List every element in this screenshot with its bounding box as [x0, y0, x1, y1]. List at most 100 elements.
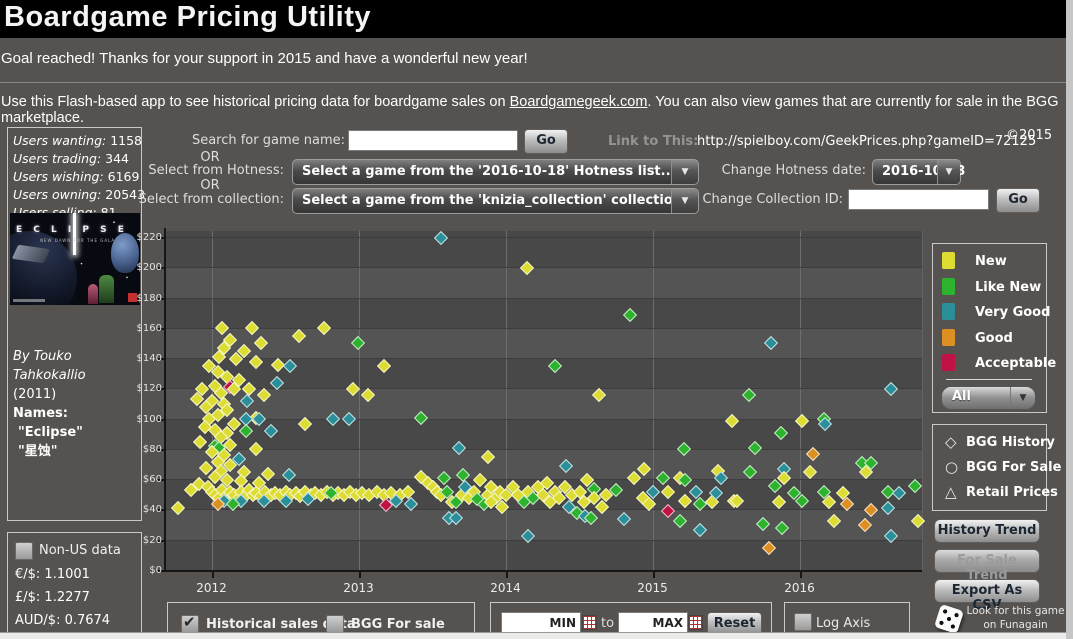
- non-us-data-checkbox[interactable]: [15, 542, 33, 560]
- horizontal-gridline: [166, 540, 922, 541]
- vertical-gridline: [506, 231, 507, 570]
- chart-band: [166, 298, 922, 328]
- horizontal-gridline: [166, 328, 922, 329]
- series-legend-label: Retail Prices: [966, 485, 1058, 500]
- stat-value: 1158: [110, 133, 142, 148]
- search-name-label: Search for game name:: [160, 133, 345, 148]
- chart-band: [166, 540, 922, 570]
- x-tick: [212, 570, 214, 578]
- x-tick: [800, 570, 802, 578]
- currency-panel: Non-US data €/$: 1.1001£/$: 1.2277AUD/$:…: [7, 532, 142, 639]
- log-axis-checkbox[interactable]: [794, 613, 812, 631]
- link-to-this-label: Link to This:: [608, 134, 698, 149]
- donation-notice: Goal reached! Thanks for your support in…: [1, 50, 528, 67]
- legend-label: Good: [975, 331, 1013, 346]
- non-us-data-label: Non-US data: [39, 543, 121, 558]
- hotness-select-label: Select from Hotness:: [100, 163, 284, 178]
- hotness-date-label: Change Hotness date:: [700, 163, 866, 178]
- chart-band: [166, 388, 922, 418]
- date-min-input[interactable]: [501, 612, 581, 633]
- search-go-button[interactable]: Go: [524, 129, 568, 154]
- box-art-credit: [13, 299, 45, 302]
- game-name-zh: "星蚀": [13, 442, 141, 461]
- game-box-art: E C L I P S E NEW DAWN FOR THE GALAXY: [10, 213, 140, 305]
- collection-id-label: Change Collection ID:: [677, 192, 843, 207]
- divider-rule: [0, 82, 1073, 83]
- historical-sales-checkbox[interactable]: ✔: [181, 615, 199, 633]
- stat-label: Users wishing:: [13, 169, 108, 184]
- copyright: ©2015: [1006, 128, 1052, 143]
- y-axis-label: $40: [126, 504, 162, 515]
- horizontal-gridline: [166, 267, 922, 268]
- game-credit-block: By Touko Tahkokallio (2011) Names: "Ecli…: [13, 347, 141, 461]
- condition-filter-dropdown[interactable]: All ▼: [941, 386, 1036, 410]
- legend-divider: [946, 379, 1032, 380]
- series-legend-panel: ◇BGG History○BGG For Sale△Retail Prices: [932, 424, 1047, 511]
- stat-label: Users wanting:: [13, 133, 110, 148]
- x-axis-label: 2014: [484, 581, 528, 595]
- game-name-en: "Eclipse": [13, 423, 141, 442]
- x-axis-label: 2015: [631, 581, 675, 595]
- y-axis-label: $80: [126, 444, 162, 455]
- scrollbar-track[interactable]: [1066, 0, 1073, 639]
- y-axis-label: $140: [126, 353, 162, 364]
- calendar-icon[interactable]: [688, 615, 703, 630]
- hotness-select-dropdown[interactable]: Select a game from the '2016-10-18' Hotn…: [292, 159, 699, 185]
- x-tick: [653, 570, 655, 578]
- funagain-link[interactable]: Look for this game on Funagain: [963, 604, 1068, 632]
- history-trend-button[interactable]: History Trend: [934, 519, 1040, 543]
- collection-select-label: Select from collection:: [100, 192, 284, 207]
- horizontal-gridline: [166, 509, 922, 510]
- date-max-input[interactable]: [618, 612, 688, 633]
- hotness-date-dropdown[interactable]: 2016-10-18 ▼: [872, 159, 961, 185]
- x-axis-label: 2016: [778, 581, 822, 595]
- vertical-gridline: [359, 231, 360, 570]
- horizontal-gridline: [166, 237, 922, 238]
- game-year: (2011): [13, 385, 141, 404]
- chart-band: [166, 237, 922, 267]
- y-axis-label: $180: [126, 293, 162, 304]
- legend-label: Like New: [975, 280, 1041, 295]
- y-axis-label: $20: [126, 535, 162, 546]
- stat-label: Users owning:: [13, 187, 105, 202]
- checkmark-icon: ✔: [183, 613, 196, 631]
- names-label: Names:: [13, 404, 141, 423]
- horizontal-gridline: [166, 298, 922, 299]
- y-axis-label: $200: [126, 262, 162, 273]
- collection-select-dropdown[interactable]: Select a game from the 'knizia_collectio…: [292, 188, 699, 214]
- permalink-url: http://spielboy.com/GeekPrices.php?gameI…: [697, 134, 1036, 149]
- figure-art-red: [88, 284, 98, 304]
- collection-go-button[interactable]: Go: [996, 188, 1040, 213]
- x-axis-line: [158, 570, 922, 572]
- calendar-icon[interactable]: [582, 615, 597, 630]
- y-axis-label: $100: [126, 414, 162, 425]
- currency-list: €/$: 1.1001£/$: 1.2277AUD/$: 0.7674CAD/$…: [8, 559, 110, 639]
- x-axis-label: 2013: [337, 581, 381, 595]
- bgg-for-sale-checkbox[interactable]: [326, 615, 344, 633]
- series-legend-label: BGG History: [966, 435, 1055, 450]
- chevron-down-icon[interactable]: ▼: [671, 160, 698, 184]
- page-bottom-edge: [0, 632, 1073, 639]
- box-art-tagline: NEW DAWN FOR THE GALAXY: [40, 238, 122, 243]
- collection-id-input[interactable]: [848, 189, 989, 210]
- header-bar: Boardgame Pricing Utility: [0, 0, 1073, 38]
- stat-line: Users wanting: 1158: [13, 133, 141, 148]
- bgg-link[interactable]: Boardgamegeek.com: [510, 94, 648, 110]
- price-scatter-chart: 20122013201420152016$0$20$40$60$80$100$1…: [126, 225, 932, 597]
- for-sale-trend-button[interactable]: For Sale Trend: [934, 549, 1040, 573]
- chart-band: [166, 509, 922, 539]
- chevron-down-icon[interactable]: ▼: [937, 160, 960, 184]
- dice-icon[interactable]: [934, 604, 964, 634]
- series-legend-label: BGG For Sale: [966, 460, 1061, 475]
- x-tick: [359, 570, 361, 578]
- or-separator-2: OR: [160, 178, 260, 193]
- vertical-gridline: [653, 231, 654, 570]
- log-axis-label: Log Axis: [816, 616, 870, 631]
- app-description: Use this Flash-based app to see historic…: [1, 94, 1073, 126]
- export-csv-button[interactable]: Export As CSV: [934, 579, 1040, 603]
- chevron-down-icon[interactable]: ▼: [1010, 387, 1035, 409]
- bgg-history-shape-icon: ◇: [945, 433, 957, 451]
- game-name-input[interactable]: [348, 130, 518, 151]
- chart-band: [166, 328, 922, 358]
- x-axis-label: 2012: [190, 581, 234, 595]
